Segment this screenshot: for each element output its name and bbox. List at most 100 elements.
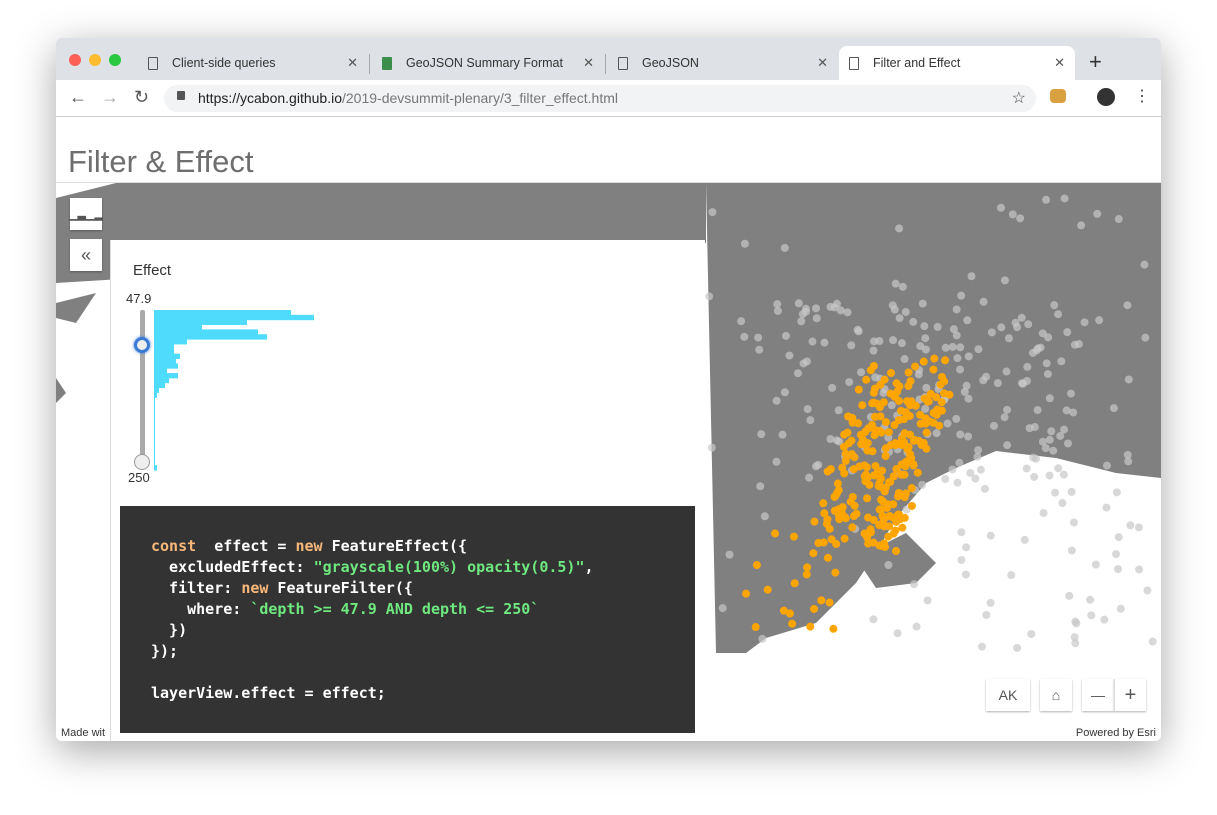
earthquake-point[interactable] <box>1112 550 1121 559</box>
earthquake-point[interactable] <box>986 531 995 540</box>
earthquake-point[interactable] <box>845 378 854 387</box>
earthquake-point[interactable] <box>814 460 823 469</box>
earthquake-point[interactable] <box>1050 301 1059 310</box>
earthquake-point[interactable] <box>1007 571 1016 580</box>
close-tab-icon[interactable]: ✕ <box>817 55 828 71</box>
earthquake-point[interactable] <box>952 305 961 314</box>
map-view[interactable]: ▁▃▁▂ « Effect 47.9 250 const effect = ne… <box>56 182 1161 741</box>
earthquake-point[interactable] <box>875 521 884 530</box>
earthquake-point[interactable] <box>912 622 921 631</box>
earthquake-point[interactable] <box>1086 595 1095 604</box>
earthquake-point[interactable] <box>809 549 818 558</box>
home-button[interactable]: ⌂ <box>1040 679 1072 711</box>
earthquake-point[interactable] <box>1063 439 1072 448</box>
earthquake-point[interactable] <box>930 354 939 363</box>
earthquake-point[interactable] <box>849 465 858 474</box>
earthquake-point[interactable] <box>858 435 867 444</box>
earthquake-point[interactable] <box>962 381 971 390</box>
earthquake-point[interactable] <box>790 579 799 588</box>
earthquake-point[interactable] <box>1065 591 1074 600</box>
earthquake-point[interactable] <box>1143 586 1152 595</box>
earthquake-point[interactable] <box>884 428 893 437</box>
earthquake-point[interactable] <box>979 297 988 306</box>
earthquake-point[interactable] <box>921 334 930 343</box>
earthquake-point[interactable] <box>841 456 850 465</box>
earthquake-point[interactable] <box>803 563 812 572</box>
earthquake-point[interactable] <box>929 365 938 374</box>
earthquake-point[interactable] <box>953 478 962 487</box>
earthquake-point[interactable] <box>740 239 749 248</box>
earthquake-point[interactable] <box>973 452 982 461</box>
earthquake-point[interactable] <box>919 357 928 366</box>
earthquake-point[interactable] <box>886 477 895 486</box>
forward-button[interactable]: → <box>101 87 119 108</box>
profile-avatar[interactable] <box>1097 88 1115 106</box>
earthquake-point[interactable] <box>1071 639 1080 648</box>
earthquake-point[interactable] <box>920 322 929 331</box>
earthquake-point[interactable] <box>1060 425 1069 434</box>
earthquake-point[interactable] <box>788 619 797 628</box>
earthquake-point[interactable] <box>1042 195 1051 204</box>
earthquake-point[interactable] <box>897 434 906 443</box>
earthquake-point[interactable] <box>758 634 767 643</box>
slider-thumb-min[interactable] <box>134 337 150 353</box>
earthquake-point[interactable] <box>773 306 782 315</box>
earthquake-point[interactable] <box>1069 518 1078 527</box>
earthquake-point[interactable] <box>839 442 848 451</box>
earthquake-point[interactable] <box>1114 533 1123 542</box>
earthquake-point[interactable] <box>907 397 916 406</box>
earthquake-point[interactable] <box>1063 328 1072 337</box>
earthquake-point[interactable] <box>887 368 896 377</box>
earthquake-point[interactable] <box>840 534 849 543</box>
reload-button[interactable]: ↻ <box>134 87 149 108</box>
earthquake-point[interactable] <box>805 473 814 482</box>
earthquake-point[interactable] <box>1141 333 1150 342</box>
earthquake-point[interactable] <box>898 523 907 532</box>
earthquake-point[interactable] <box>780 243 789 252</box>
earthquake-point[interactable] <box>794 299 803 308</box>
earthquake-point[interactable] <box>952 331 961 340</box>
earthquake-point[interactable] <box>858 401 867 410</box>
url-input[interactable]: https://ycabon.github.io/2019-devsummit-… <box>164 85 1036 112</box>
earthquake-point[interactable] <box>961 570 970 579</box>
earthquake-point[interactable] <box>834 505 843 514</box>
earthquake-point[interactable] <box>1057 357 1066 366</box>
earthquake-point[interactable] <box>781 331 790 340</box>
earthquake-point[interactable] <box>864 424 873 433</box>
earthquake-point[interactable] <box>869 388 878 397</box>
earthquake-point[interactable] <box>862 463 871 472</box>
tab-geojson-summary[interactable]: GeoJSON Summary Format ✕ <box>372 46 604 80</box>
earthquake-point[interactable] <box>1000 413 1009 422</box>
earthquake-point[interactable] <box>1017 313 1026 322</box>
earthquake-point[interactable] <box>836 306 845 315</box>
earthquake-point[interactable] <box>825 598 834 607</box>
earthquake-point[interactable] <box>793 369 802 378</box>
earthquake-point[interactable] <box>869 615 878 624</box>
close-tab-icon[interactable]: ✕ <box>1054 55 1065 71</box>
earthquake-point[interactable] <box>740 332 749 341</box>
earthquake-point[interactable] <box>756 482 765 491</box>
earthquake-point[interactable] <box>772 457 781 466</box>
earthquake-point[interactable] <box>1047 427 1056 436</box>
earthquake-point[interactable] <box>1003 441 1012 450</box>
earthquake-point[interactable] <box>763 585 772 594</box>
back-button[interactable]: ← <box>69 87 87 108</box>
earthquake-point[interactable] <box>822 519 831 528</box>
earthquake-point[interactable] <box>771 529 780 538</box>
earthquake-point[interactable] <box>901 307 910 316</box>
earthquake-point[interactable] <box>810 604 819 613</box>
tab-geojson[interactable]: GeoJSON ✕ <box>608 46 838 80</box>
earthquake-point[interactable] <box>823 553 832 562</box>
earthquake-point[interactable] <box>810 517 819 526</box>
earthquake-point[interactable] <box>1123 301 1132 310</box>
earthquake-point[interactable] <box>1069 408 1078 417</box>
earthquake-point[interactable] <box>986 598 995 607</box>
earthquake-point[interactable] <box>870 471 879 480</box>
earthquake-point[interactable] <box>900 470 909 479</box>
earthquake-point[interactable] <box>828 383 837 392</box>
earthquake-point[interactable] <box>887 401 896 410</box>
earthquake-point[interactable] <box>1102 461 1111 470</box>
earthquake-point[interactable] <box>909 461 918 470</box>
earthquake-point[interactable] <box>881 451 890 460</box>
earthquake-point[interactable] <box>1067 546 1076 555</box>
